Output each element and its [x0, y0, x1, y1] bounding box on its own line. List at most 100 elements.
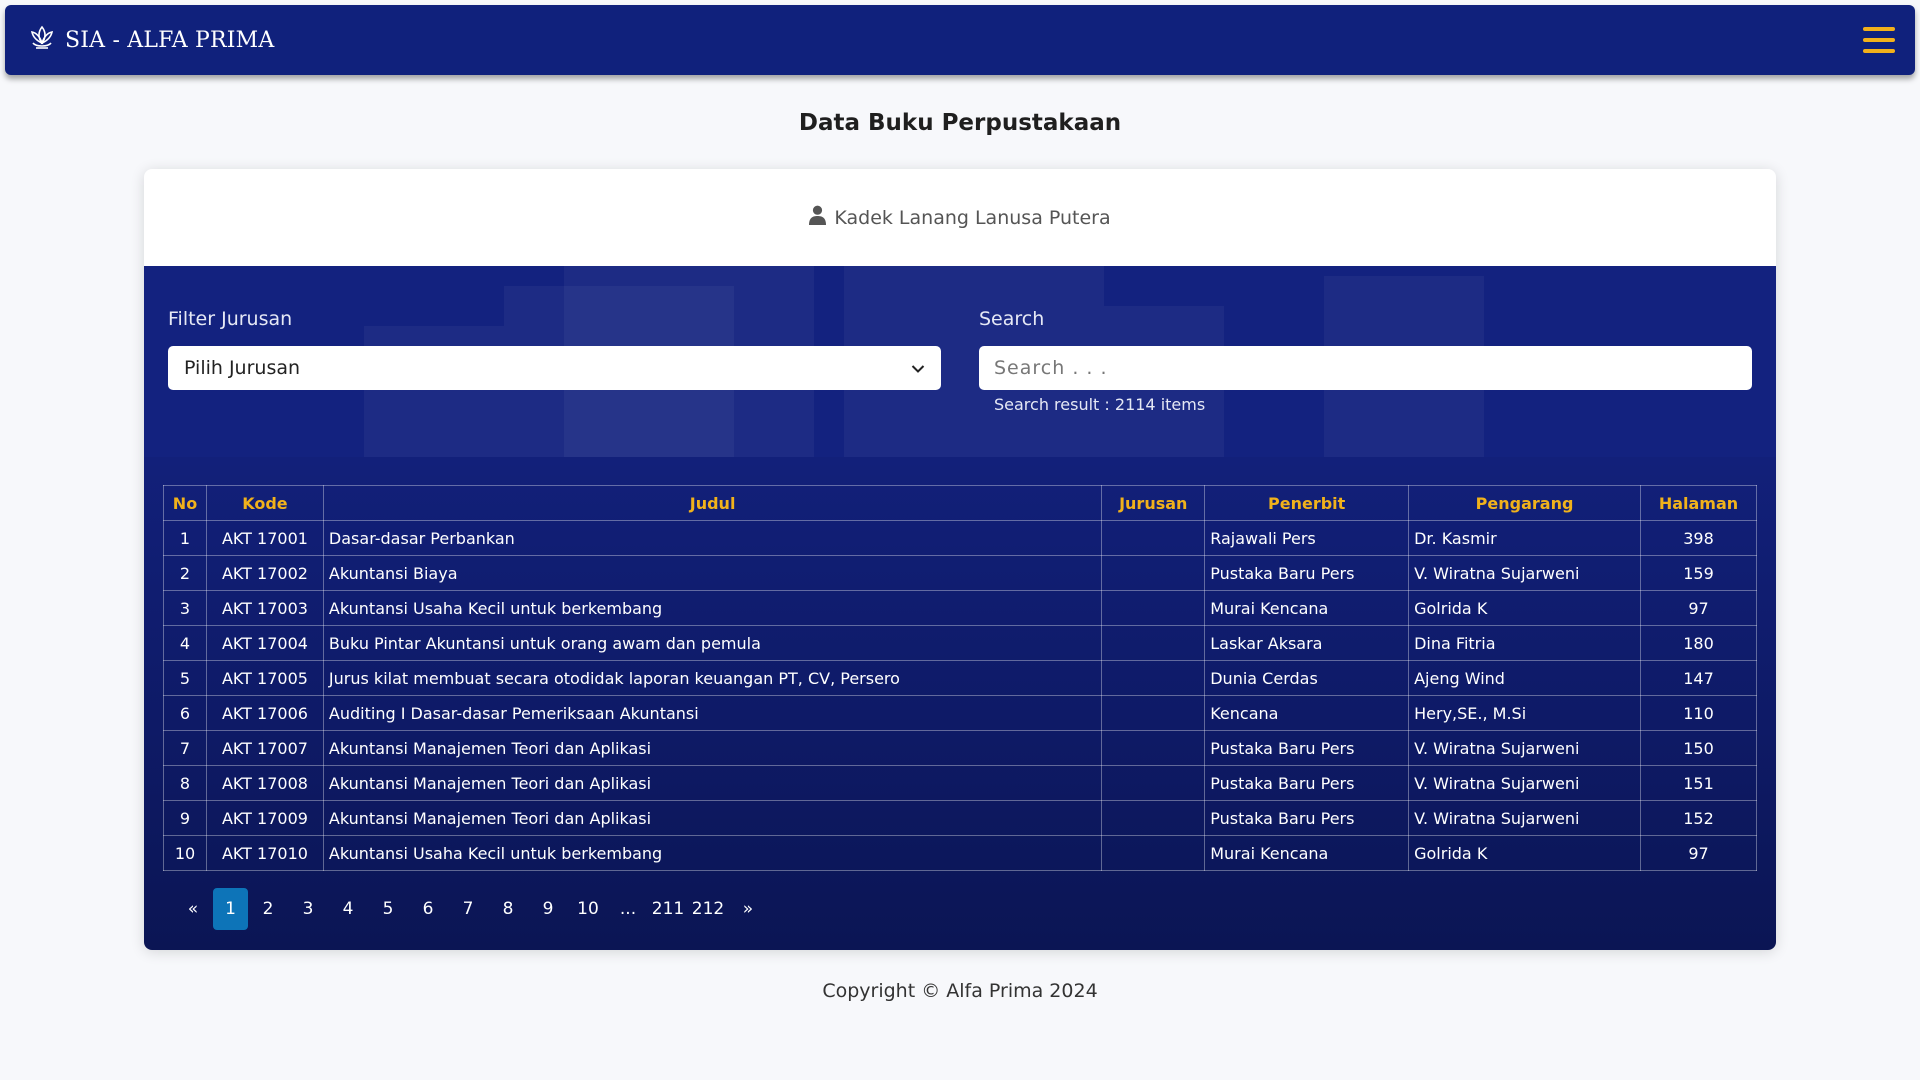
- page-5-button[interactable]: 5: [368, 888, 408, 930]
- cell-no: 5: [163, 660, 207, 696]
- cell-halaman: 159: [1639, 555, 1758, 591]
- cell-penerbit: Pustaka Baru Pers: [1204, 730, 1410, 766]
- user-info: Kadek Lanang Lanusa Putera: [144, 169, 1776, 266]
- cell-no: 4: [163, 625, 207, 661]
- cell-judul: Akuntansi Manajemen Teori dan Aplikasi: [322, 765, 1103, 801]
- cell-kode: AKT 17009: [205, 800, 324, 836]
- cell-penerbit: Pustaka Baru Pers: [1204, 555, 1410, 591]
- cell-pengarang: V. Wiratna Sujarweni: [1408, 555, 1641, 591]
- table-row[interactable]: 8 AKT 17008 Akuntansi Manajemen Teori da…: [163, 765, 1758, 801]
- cell-penerbit: Pustaka Baru Pers: [1204, 765, 1410, 801]
- cell-judul: Akuntansi Usaha Kecil untuk berkembang: [322, 590, 1103, 626]
- user-icon: [809, 205, 827, 230]
- search-result-count: Search result : 2114 items: [994, 395, 1206, 414]
- cell-pengarang: Hery,SE., M.Si: [1408, 695, 1641, 731]
- cell-kode: AKT 17005: [205, 660, 324, 696]
- cell-jurusan: [1101, 590, 1206, 626]
- cell-pengarang: Ajeng Wind: [1408, 660, 1641, 696]
- cell-halaman: 180: [1639, 625, 1758, 661]
- pagination-ellipsis: ...: [619, 899, 637, 919]
- table-row[interactable]: 2 AKT 17002 Akuntansi Biaya Pustaka Baru…: [163, 555, 1758, 591]
- cell-judul: Akuntansi Manajemen Teori dan Aplikasi: [322, 800, 1103, 836]
- cell-jurusan: [1101, 555, 1206, 591]
- cell-halaman: 97: [1639, 590, 1758, 626]
- page-1-button[interactable]: 1: [213, 888, 248, 930]
- cell-pengarang: Golrida K: [1408, 590, 1641, 626]
- page-4-button[interactable]: 4: [328, 888, 368, 930]
- page-2-button[interactable]: 2: [248, 888, 288, 930]
- column-header-jurusan[interactable]: Jurusan: [1101, 485, 1206, 521]
- cell-no: 7: [163, 730, 207, 766]
- column-header-halaman[interactable]: Halaman: [1639, 485, 1758, 521]
- cell-judul: Jurus kilat membuat secara otodidak lapo…: [322, 660, 1103, 696]
- cell-judul: Auditing I Dasar-dasar Pemeriksaan Akunt…: [322, 695, 1103, 731]
- cell-penerbit: Dunia Cerdas: [1204, 660, 1410, 696]
- cell-no: 8: [163, 765, 207, 801]
- cell-kode: AKT 17010: [205, 835, 324, 871]
- cell-halaman: 97: [1639, 835, 1758, 871]
- page-6-button[interactable]: 6: [408, 888, 448, 930]
- table-row[interactable]: 5 AKT 17005 Jurus kilat membuat secara o…: [163, 660, 1758, 696]
- cell-jurusan: [1101, 660, 1206, 696]
- top-navbar: SIA - ALFA PRIMA: [5, 5, 1915, 75]
- column-header-kode[interactable]: Kode: [205, 485, 324, 521]
- cell-jurusan: [1101, 520, 1206, 556]
- page-9-button[interactable]: 9: [528, 888, 568, 930]
- user-name: Kadek Lanang Lanusa Putera: [834, 206, 1111, 229]
- brand[interactable]: SIA - ALFA PRIMA: [27, 23, 274, 57]
- cell-jurusan: [1101, 835, 1206, 871]
- books-table: No Kode Judul Jurusan Penerbit Pengarang…: [163, 485, 1758, 871]
- table-row[interactable]: 7 AKT 17007 Akuntansi Manajemen Teori da…: [163, 730, 1758, 766]
- cell-jurusan: [1101, 765, 1206, 801]
- column-header-pengarang[interactable]: Pengarang: [1408, 485, 1641, 521]
- table-row[interactable]: 1 AKT 17001 Dasar-dasar Perbankan Rajawa…: [163, 520, 1758, 556]
- table-row[interactable]: 10 AKT 17010 Akuntansi Usaha Kecil untuk…: [163, 835, 1758, 871]
- pagination-next[interactable]: »: [728, 888, 768, 930]
- table-row[interactable]: 9 AKT 17009 Akuntansi Manajemen Teori da…: [163, 800, 1758, 836]
- cell-kode: AKT 17008: [205, 765, 324, 801]
- cell-pengarang: V. Wiratna Sujarweni: [1408, 730, 1641, 766]
- column-header-judul[interactable]: Judul: [322, 485, 1103, 521]
- page-211-button[interactable]: 211: [648, 888, 688, 930]
- jurusan-select-value: Pilih Jurusan: [184, 357, 301, 379]
- cell-no: 6: [163, 695, 207, 731]
- books-card: Kadek Lanang Lanusa Putera Filter Jurusa…: [144, 169, 1776, 950]
- cell-kode: AKT 17002: [205, 555, 324, 591]
- page-8-button[interactable]: 8: [488, 888, 528, 930]
- cell-jurusan: [1101, 730, 1206, 766]
- pagination-prev[interactable]: «: [173, 888, 213, 930]
- cell-no: 10: [163, 835, 207, 871]
- filter-panel: Filter Jurusan Pilih Jurusan Search Sear…: [144, 266, 1776, 457]
- cell-jurusan: [1101, 625, 1206, 661]
- cell-pengarang: V. Wiratna Sujarweni: [1408, 800, 1641, 836]
- cell-halaman: 110: [1639, 695, 1758, 731]
- cell-kode: AKT 17004: [205, 625, 324, 661]
- cell-penerbit: Murai Kencana: [1204, 590, 1410, 626]
- search-label: Search: [979, 308, 1045, 330]
- page-7-button[interactable]: 7: [448, 888, 488, 930]
- page-10-button[interactable]: 10: [568, 888, 608, 930]
- filter-jurusan-label: Filter Jurusan: [168, 308, 293, 330]
- hamburger-menu-icon[interactable]: [1863, 27, 1895, 53]
- brand-title: SIA - ALFA PRIMA: [65, 27, 275, 53]
- table-row[interactable]: 4 AKT 17004 Buku Pintar Akuntansi untuk …: [163, 625, 1758, 661]
- cell-judul: Akuntansi Usaha Kecil untuk berkembang: [322, 835, 1103, 871]
- cell-penerbit: Pustaka Baru Pers: [1204, 800, 1410, 836]
- page-3-button[interactable]: 3: [288, 888, 328, 930]
- column-header-no[interactable]: No: [163, 485, 207, 521]
- page-title: Data Buku Perpustakaan: [798, 110, 1122, 136]
- table-panel: No Kode Judul Jurusan Penerbit Pengarang…: [144, 457, 1776, 950]
- cell-judul: Akuntansi Biaya: [322, 555, 1103, 591]
- cell-judul: Akuntansi Manajemen Teori dan Aplikasi: [322, 730, 1103, 766]
- footer-copyright: Copyright © Alfa Prima 2024: [822, 980, 1098, 1002]
- pagination: « 1 2 3 4 5 6 7 8 9 10 ... 211 212 »: [173, 888, 768, 930]
- column-header-penerbit[interactable]: Penerbit: [1204, 485, 1410, 521]
- search-input[interactable]: [979, 346, 1752, 390]
- page-212-button[interactable]: 212: [688, 888, 728, 930]
- table-row[interactable]: 3 AKT 17003 Akuntansi Usaha Kecil untuk …: [163, 590, 1758, 626]
- lotus-logo-icon: [27, 23, 57, 57]
- jurusan-select[interactable]: Pilih Jurusan: [168, 346, 941, 390]
- cell-kode: AKT 17007: [205, 730, 324, 766]
- table-row[interactable]: 6 AKT 17006 Auditing I Dasar-dasar Pemer…: [163, 695, 1758, 731]
- cell-pengarang: Dina Fitria: [1408, 625, 1641, 661]
